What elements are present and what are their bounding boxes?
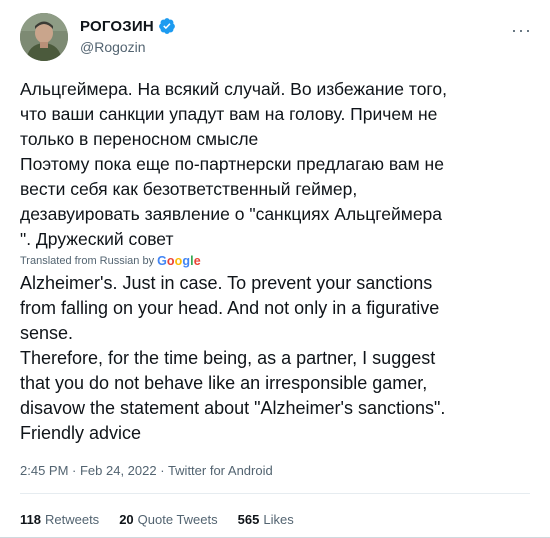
google-logo[interactable]: Google: [157, 254, 201, 268]
retweets-label: Retweets: [44, 512, 100, 527]
tweet-meta: 2:45 PM · Feb 24, 2022 · Twitter for And…: [20, 463, 273, 478]
tweet-card: РОГОЗИН @Rogozin ··· Альцгеймера. На вся…: [0, 0, 550, 538]
tweet-source-link[interactable]: Twitter for Android: [168, 463, 273, 478]
translation-attribution-label: Translated from Russian by: [20, 255, 155, 267]
author-handle[interactable]: @Rogozin: [80, 39, 146, 55]
more-options-icon[interactable]: ···: [511, 20, 532, 41]
author-name-row[interactable]: РОГОЗИН: [80, 17, 176, 35]
display-name[interactable]: РОГОЗИН: [80, 18, 154, 35]
tweet-original-text: Альцгеймера. На всякий случай. Во избежа…: [20, 79, 448, 249]
avatar-photo-icon: [20, 13, 68, 61]
quotes-stat[interactable]: 20 Quote Tweets: [119, 512, 217, 527]
verified-badge-icon: [158, 18, 175, 34]
tweet-time: 2:45 PM: [20, 463, 69, 478]
meta-separator: ·: [68, 463, 80, 478]
retweets-stat[interactable]: 118 Retweets: [20, 512, 99, 527]
avatar[interactable]: [20, 13, 68, 61]
likes-count: 565: [237, 512, 260, 527]
divider: [20, 493, 530, 494]
quotes-label: Quote Tweets: [137, 512, 218, 527]
tweet-stats: 118 Retweets 20 Quote Tweets 565 Likes: [20, 512, 294, 527]
likes-stat[interactable]: 565 Likes: [238, 512, 294, 527]
quotes-count: 20: [119, 512, 134, 527]
likes-label: Likes: [263, 512, 294, 527]
tweet-time-link[interactable]: 2:45 PM · Feb 24, 2022: [20, 463, 157, 478]
tweet-date: Feb 24, 2022: [79, 463, 157, 478]
retweets-count: 118: [20, 512, 41, 527]
tweet-translated-text: Alzheimer's. Just in case. To prevent yo…: [20, 273, 446, 443]
translation-attribution: Translated from Russian by Google: [20, 254, 201, 268]
meta-separator-2: ·: [156, 463, 168, 478]
